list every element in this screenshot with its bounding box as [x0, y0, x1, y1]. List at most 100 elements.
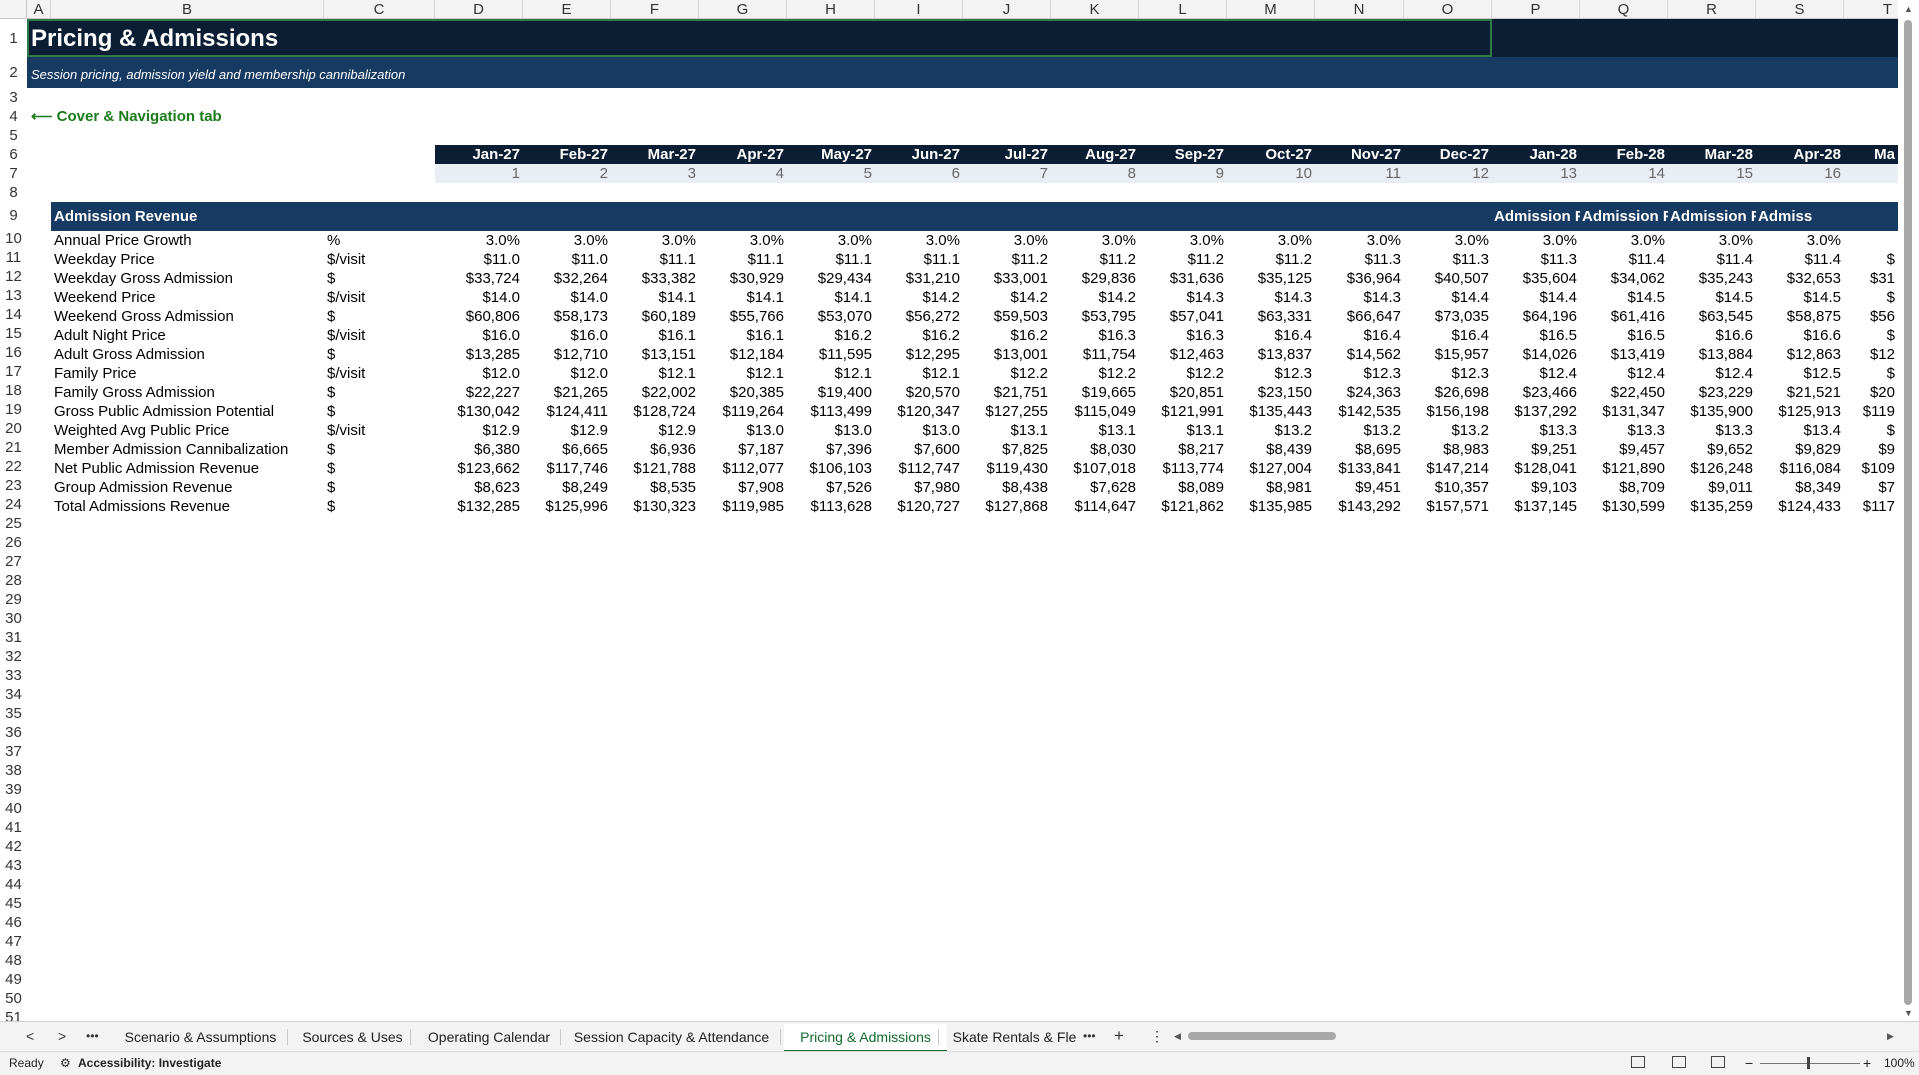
- value-cell[interactable]: $12: [1844, 345, 1898, 364]
- value-cell[interactable]: 3.0%: [699, 231, 787, 250]
- value-cell[interactable]: $11.0: [435, 250, 523, 269]
- sheet-tab[interactable]: Pricing & Admissions: [784, 1024, 947, 1053]
- value-cell[interactable]: 3.0%: [523, 231, 611, 250]
- hscroll-left-arrow-icon[interactable]: ◀: [1174, 1031, 1181, 1042]
- value-cell[interactable]: $21,521: [1756, 383, 1844, 402]
- row-header-40[interactable]: 40: [0, 799, 27, 818]
- value-cell[interactable]: $13.4: [1756, 421, 1844, 440]
- horizontal-scroll-thumb[interactable]: [1188, 1032, 1336, 1040]
- tab-next-icon[interactable]: >: [58, 1028, 66, 1044]
- value-cell[interactable]: $124,433: [1756, 497, 1844, 516]
- value-cell[interactable]: $32,264: [523, 269, 611, 288]
- value-cell[interactable]: $16.2: [963, 326, 1051, 345]
- row-header-5[interactable]: 5: [0, 126, 27, 145]
- value-cell[interactable]: 3.0%: [1756, 231, 1844, 250]
- value-cell[interactable]: $13.1: [963, 421, 1051, 440]
- value-cell[interactable]: $11.4: [1580, 250, 1668, 269]
- value-cell[interactable]: $13.0: [787, 421, 875, 440]
- column-header-s[interactable]: S: [1756, 0, 1844, 19]
- value-cell[interactable]: $8,438: [963, 478, 1051, 497]
- sheet-tab[interactable]: Skate Rentals & Fle: [942, 1024, 1087, 1050]
- value-cell[interactable]: $9: [1844, 440, 1898, 459]
- value-cell[interactable]: $14.0: [523, 288, 611, 307]
- value-cell[interactable]: $135,985: [1227, 497, 1315, 516]
- value-cell[interactable]: $66,647: [1315, 307, 1404, 326]
- value-cell[interactable]: $35,125: [1227, 269, 1315, 288]
- column-header-b[interactable]: B: [51, 0, 324, 19]
- row-header-1[interactable]: 1: [0, 28, 27, 48]
- value-cell[interactable]: $16.5: [1492, 326, 1580, 345]
- value-cell[interactable]: $137,145: [1492, 497, 1580, 516]
- row-header-44[interactable]: 44: [0, 875, 27, 894]
- value-cell[interactable]: $12.0: [435, 364, 523, 383]
- value-cell[interactable]: $32,653: [1756, 269, 1844, 288]
- value-cell[interactable]: $7,526: [787, 478, 875, 497]
- value-cell[interactable]: $12.9: [611, 421, 699, 440]
- row-header-38[interactable]: 38: [0, 761, 27, 780]
- value-cell[interactable]: $14.4: [1404, 288, 1492, 307]
- value-cell[interactable]: $130,599: [1580, 497, 1668, 516]
- row-header-8[interactable]: 8: [0, 183, 27, 202]
- value-cell[interactable]: $60,806: [435, 307, 523, 326]
- value-cell[interactable]: $9,103: [1492, 478, 1580, 497]
- value-cell[interactable]: $8,981: [1227, 478, 1315, 497]
- row-header-29[interactable]: 29: [0, 590, 27, 609]
- value-cell[interactable]: $11.2: [1051, 250, 1139, 269]
- value-cell[interactable]: $13.2: [1227, 421, 1315, 440]
- value-cell[interactable]: $13.2: [1404, 421, 1492, 440]
- value-cell[interactable]: $127,004: [1227, 459, 1315, 478]
- value-cell[interactable]: $59,503: [963, 307, 1051, 326]
- value-cell[interactable]: $117,746: [523, 459, 611, 478]
- value-cell[interactable]: $30,929: [699, 269, 787, 288]
- value-cell[interactable]: $14.1: [787, 288, 875, 307]
- row-header-51[interactable]: 51: [0, 1008, 27, 1021]
- value-cell[interactable]: $11.0: [523, 250, 611, 269]
- value-cell[interactable]: $10,357: [1404, 478, 1492, 497]
- value-cell[interactable]: $14.2: [875, 288, 963, 307]
- value-cell[interactable]: $13.0: [875, 421, 963, 440]
- value-cell[interactable]: $12.1: [875, 364, 963, 383]
- value-cell[interactable]: $119,430: [963, 459, 1051, 478]
- value-cell[interactable]: $123,662: [435, 459, 523, 478]
- value-cell[interactable]: $60,189: [611, 307, 699, 326]
- value-cell[interactable]: $125,913: [1756, 402, 1844, 421]
- normal-view-icon[interactable]: [1631, 1056, 1645, 1068]
- column-header-c[interactable]: C: [324, 0, 435, 19]
- row-header-33[interactable]: 33: [0, 666, 27, 685]
- value-cell[interactable]: $13.1: [1139, 421, 1227, 440]
- value-cell[interactable]: $8,030: [1051, 440, 1139, 459]
- column-header-t[interactable]: T: [1844, 0, 1898, 19]
- value-cell[interactable]: 3.0%: [611, 231, 699, 250]
- value-cell[interactable]: $121,890: [1580, 459, 1668, 478]
- value-cell[interactable]: $16.6: [1756, 326, 1844, 345]
- zoom-slider-thumb[interactable]: [1807, 1057, 1810, 1069]
- value-cell[interactable]: $11.1: [699, 250, 787, 269]
- value-cell[interactable]: $73,035: [1404, 307, 1492, 326]
- value-cell[interactable]: $113,499: [787, 402, 875, 421]
- column-header-p[interactable]: P: [1492, 0, 1580, 19]
- value-cell[interactable]: $9,251: [1492, 440, 1580, 459]
- value-cell[interactable]: $117: [1844, 497, 1898, 516]
- value-cell[interactable]: $113,774: [1139, 459, 1227, 478]
- value-cell[interactable]: $16.0: [435, 326, 523, 345]
- value-cell[interactable]: $12.2: [1139, 364, 1227, 383]
- value-cell[interactable]: $6,665: [523, 440, 611, 459]
- hscroll-right-arrow-icon[interactable]: ▶: [1887, 1031, 1894, 1042]
- value-cell[interactable]: $7,600: [875, 440, 963, 459]
- value-cell[interactable]: $127,255: [963, 402, 1051, 421]
- value-cell[interactable]: $113,628: [787, 497, 875, 516]
- value-cell[interactable]: $29,434: [787, 269, 875, 288]
- value-cell[interactable]: $12,184: [699, 345, 787, 364]
- value-cell[interactable]: $13,001: [963, 345, 1051, 364]
- value-cell[interactable]: $11.4: [1756, 250, 1844, 269]
- value-cell[interactable]: $13.3: [1492, 421, 1580, 440]
- value-cell[interactable]: $130,323: [611, 497, 699, 516]
- vertical-scroll-thumb[interactable]: [1904, 20, 1912, 1005]
- value-cell[interactable]: $114,647: [1051, 497, 1139, 516]
- value-cell[interactable]: $14.3: [1227, 288, 1315, 307]
- value-cell[interactable]: $121,862: [1139, 497, 1227, 516]
- value-cell[interactable]: $55,766: [699, 307, 787, 326]
- value-cell[interactable]: $11.1: [787, 250, 875, 269]
- value-cell[interactable]: $11,754: [1051, 345, 1139, 364]
- row-header-49[interactable]: 49: [0, 970, 27, 989]
